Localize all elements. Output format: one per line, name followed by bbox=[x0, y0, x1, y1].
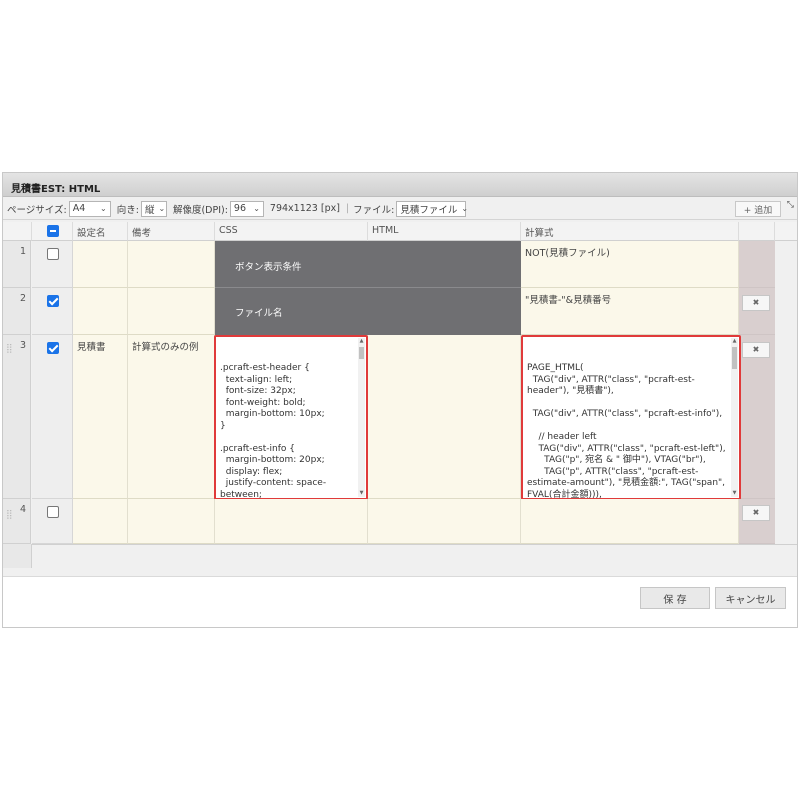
row-number: 2 bbox=[3, 288, 31, 335]
row-select-cell[interactable] bbox=[32, 241, 73, 288]
chevron-down-icon: ⌄ bbox=[461, 204, 469, 213]
note-cell[interactable] bbox=[128, 241, 215, 288]
formula-code: PAGE_HTML( TAG("div", ATTR("class", "pcr… bbox=[527, 363, 726, 500]
header-actions bbox=[739, 222, 775, 241]
scroll-down-icon[interactable]: ▼ bbox=[731, 490, 738, 497]
delete-row-button[interactable]: ✖ bbox=[742, 342, 770, 358]
row-select-cell[interactable] bbox=[32, 335, 73, 499]
chevron-down-icon: ⌄ bbox=[253, 204, 260, 213]
header-note[interactable]: 備考 bbox=[128, 222, 215, 241]
formula-editor[interactable]: PAGE_HTML( TAG("div", ATTR("class", "pcr… bbox=[521, 335, 741, 500]
page-size-value: A4 bbox=[72, 203, 86, 214]
drag-handle-icon[interactable]: ⣿ bbox=[6, 510, 13, 520]
orientation-label: 向き: bbox=[116, 204, 139, 216]
cancel-button[interactable]: キャンセル bbox=[715, 587, 786, 609]
file-name-label-cell: ファイル名 bbox=[215, 288, 521, 335]
row-actions bbox=[739, 241, 775, 288]
scroll-up-icon[interactable]: ▲ bbox=[358, 338, 365, 345]
chevron-down-icon: ⌄ bbox=[158, 204, 166, 213]
row-number: 4 bbox=[3, 499, 31, 544]
header-css[interactable]: CSS bbox=[215, 222, 368, 241]
panel-title: 見積書EST: HTML bbox=[3, 173, 797, 197]
dpi-value: 96 bbox=[233, 203, 246, 214]
bottom-corner bbox=[3, 544, 32, 568]
formula-cell[interactable] bbox=[521, 499, 739, 544]
scroll-up-icon[interactable]: ▲ bbox=[731, 338, 738, 345]
dpi-label: 解像度(DPI): bbox=[172, 204, 228, 216]
header-html[interactable]: HTML bbox=[368, 222, 521, 241]
button-condition-label-cell: ボタン表示条件 bbox=[215, 241, 521, 288]
page-size-select[interactable]: A4 ⌄ bbox=[68, 200, 111, 217]
merged-label: ボタン表示条件 bbox=[235, 262, 302, 273]
row-checkbox[interactable] bbox=[47, 506, 59, 518]
scroll-thumb[interactable] bbox=[359, 347, 364, 359]
file-select[interactable]: 見積ファイル ⌄ bbox=[396, 200, 469, 217]
table-bottom-strip bbox=[32, 544, 797, 568]
html-settings-panel: 見積書EST: HTML ページサイズ: A4 ⌄ 向き: 縦 ⌄ 解像度(DPI)… bbox=[2, 172, 798, 628]
delete-row-button[interactable]: ✖ bbox=[742, 295, 770, 311]
header-select-all[interactable] bbox=[32, 222, 73, 241]
drag-handle-icon[interactable]: ⣿ bbox=[6, 344, 13, 354]
save-button[interactable]: 保 存 bbox=[640, 587, 710, 609]
separator: | bbox=[345, 203, 350, 214]
css-editor[interactable]: .pcraft-est-header { text-align: left; f… bbox=[214, 335, 368, 500]
page-dimensions: 794x1123 [px] bbox=[269, 203, 340, 214]
expand-icon[interactable]: ⤡ bbox=[787, 200, 794, 210]
name-cell[interactable] bbox=[73, 241, 128, 288]
chevron-down-icon: ⌄ bbox=[100, 204, 107, 213]
row-actions: ✖ bbox=[739, 288, 775, 335]
orientation-value: 縦 bbox=[144, 204, 155, 216]
note-cell[interactable] bbox=[128, 499, 215, 544]
row-checkbox[interactable] bbox=[47, 295, 59, 307]
row-checkbox[interactable] bbox=[47, 248, 59, 260]
header-formula[interactable]: 計算式 bbox=[521, 222, 739, 241]
select-all-checkbox[interactable] bbox=[47, 225, 59, 237]
file-value: 見積ファイル bbox=[400, 204, 458, 216]
scroll-thumb[interactable] bbox=[732, 347, 737, 369]
file-label: ファイル: bbox=[353, 204, 395, 216]
add-row-button[interactable]: + 追加 bbox=[735, 201, 781, 217]
toolbar: ページサイズ: A4 ⌄ 向き: 縦 ⌄ 解像度(DPI): 96 ⌄ 794x112… bbox=[3, 198, 797, 220]
note-cell[interactable] bbox=[128, 288, 215, 335]
css-cell[interactable] bbox=[215, 499, 368, 544]
row-number: 3 bbox=[3, 335, 31, 499]
name-cell[interactable]: 見積書 bbox=[73, 335, 128, 499]
row-select-cell[interactable] bbox=[32, 499, 73, 544]
dialog-footer: 保 存 キャンセル bbox=[3, 576, 797, 627]
scroll-down-icon[interactable]: ▼ bbox=[358, 490, 365, 497]
row-checkbox[interactable] bbox=[47, 342, 59, 354]
page-size-label: ページサイズ: bbox=[7, 204, 67, 216]
css-code: .pcraft-est-header { text-align: left; f… bbox=[220, 363, 327, 500]
orientation-select[interactable]: 縦 ⌄ bbox=[140, 200, 167, 217]
formula-scrollbar[interactable]: ▲ ▼ bbox=[731, 338, 738, 497]
header-name[interactable]: 設定名 bbox=[73, 222, 128, 241]
name-cell[interactable] bbox=[73, 499, 128, 544]
formula-cell[interactable]: "見積書-"&見積番号 bbox=[521, 288, 739, 335]
delete-row-button[interactable]: ✖ bbox=[742, 505, 770, 521]
row-select-cell[interactable] bbox=[32, 288, 73, 335]
html-cell[interactable] bbox=[368, 335, 521, 499]
header-spacer bbox=[775, 222, 797, 241]
merged-label: ファイル名 bbox=[235, 308, 283, 319]
header-rownum bbox=[3, 222, 32, 241]
css-scrollbar[interactable]: ▲ ▼ bbox=[358, 338, 365, 497]
row-number: 1 bbox=[3, 241, 31, 288]
row-actions: ✖ bbox=[739, 499, 775, 544]
formula-cell[interactable]: NOT(見積ファイル) bbox=[521, 241, 739, 288]
html-cell[interactable] bbox=[368, 499, 521, 544]
row-actions: ✖ bbox=[739, 335, 775, 499]
note-cell[interactable]: 計算式のみの例 bbox=[128, 335, 215, 499]
dpi-select[interactable]: 96 ⌄ bbox=[229, 200, 264, 217]
name-cell[interactable] bbox=[73, 288, 128, 335]
